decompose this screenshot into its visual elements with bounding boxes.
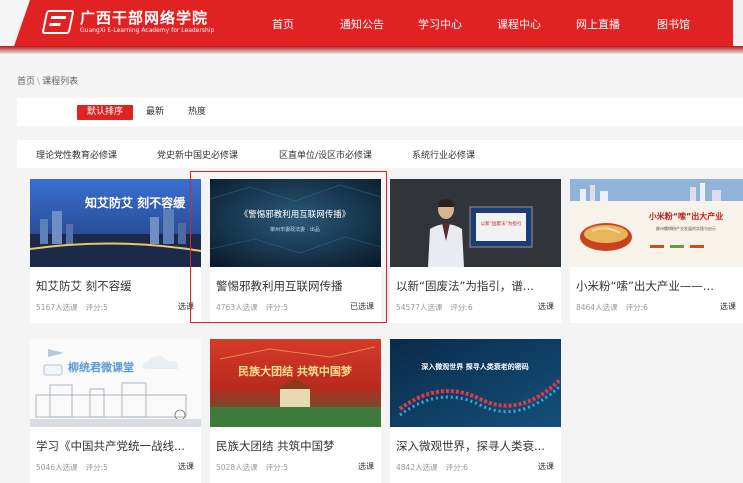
nav-item-live[interactable]: 网上直播 [576, 17, 620, 33]
course-score: 评分:5 [265, 463, 288, 472]
thumbnail-caption: 知艾防艾 刻不容缓 [84, 195, 186, 210]
course-meta: 4842人选课 评分:6 [396, 462, 468, 473]
tab-party-history-required[interactable]: 党史新中国史必修课 [157, 148, 238, 161]
enroll-button[interactable]: 选课 [178, 461, 194, 472]
nav-item-notices[interactable]: 通知公告 [340, 17, 384, 33]
sort-bar: 默认排序 最新 热度 [17, 98, 743, 126]
thumbnail-caption: 柳统君微课堂 [68, 360, 134, 374]
course-score: 评分:6 [450, 303, 473, 312]
sort-newest-button[interactable]: 最新 [146, 105, 164, 120]
course-card[interactable]: 柳统君微课堂 学习《中国共产党统一战线... 5046人选课 评分:5 选课 [30, 339, 201, 483]
nav-item-course-center[interactable]: 课程中心 [497, 17, 541, 33]
course-card[interactable]: 以新“固废法”为指引 以新“固废法”为指引，谱... 54577人选课 评分:6 … [390, 179, 561, 323]
course-title[interactable]: 小米粉“嗦”出大产业——... [576, 278, 736, 294]
course-card[interactable]: 《警惕邪教利用互联网传播》 柳州市委政法委 · 出品 警惕邪教利用互联网传播 4… [210, 179, 381, 323]
course-meta: 5046人选课 评分:5 [36, 462, 108, 473]
course-title[interactable]: 以新“固废法”为指引，谱... [396, 278, 556, 294]
course-score: 评分:6 [445, 463, 468, 472]
course-score: 评分:5 [85, 303, 108, 312]
breadcrumb-separator: \ [37, 77, 41, 87]
tab-theory-required[interactable]: 理论党性教育必修课 [36, 148, 117, 161]
course-title[interactable]: 知艾防艾 刻不容缓 [36, 278, 196, 294]
thumbnail-caption: 民族大团结 共筑中国梦 [238, 364, 353, 378]
enrolled-count: 8464人选课 [576, 303, 618, 312]
course-meta: 8464人选课 评分:6 [576, 302, 648, 313]
enrolled-count: 4763人选课 [216, 303, 258, 312]
course-thumbnail[interactable]: 小米粉“嗦”出大产业 柳州螺蛳粉产业发展的实践与启示 [570, 179, 743, 267]
nav-item-library[interactable]: 图书馆 [657, 17, 690, 33]
breadcrumb-home[interactable]: 首页 [17, 77, 35, 87]
course-card[interactable]: 民族大团结 共筑中国梦 民族大团结 共筑中国梦 5028人选课 评分:5 选课 [210, 339, 381, 483]
header-shadow [0, 46, 743, 54]
thumbnail-caption: 以新“固废法”为指引 [481, 220, 522, 227]
course-title[interactable]: 警惕邪教利用互联网传播 [216, 278, 376, 294]
enrolled-count: 4842人选课 [396, 463, 438, 472]
sort-default-button[interactable]: 默认排序 [77, 105, 134, 120]
course-meta: 5167人选课 评分:5 [36, 302, 108, 313]
course-card[interactable]: 知艾防艾 刻不容缓 知艾防艾 刻不容缓 5167人选课 评分:5 选课 [30, 179, 201, 323]
enrolled-status[interactable]: 已选课 [350, 301, 374, 312]
enroll-button[interactable]: 选课 [358, 461, 374, 472]
course-thumbnail[interactable]: 民族大团结 共筑中国梦 [210, 339, 381, 427]
course-title[interactable]: 学习《中国共产党统一战线... [36, 438, 196, 454]
tab-industry-required[interactable]: 系统行业必修课 [412, 148, 475, 161]
enroll-button[interactable]: 选课 [720, 301, 736, 312]
course-thumbnail[interactable]: 柳统君微课堂 [30, 339, 201, 427]
category-tabs: 理论党性教育必修课 党史新中国史必修课 区直单位/设区市必修课 系统行业必修课 [17, 140, 743, 168]
thumbnail-caption: 小米粉“嗦”出大产业 [648, 211, 724, 221]
thumbnail-subcaption: 柳州螺蛳粉产业发展的实践与启示 [656, 225, 716, 231]
main-nav: 首页 通知公告 学习中心 课程中心 网上直播 图书馆 [0, 17, 743, 33]
course-meta: 54577人选课 评分:6 [396, 302, 473, 313]
course-score: 评分:6 [625, 303, 648, 312]
course-meta: 4763人选课 评分:5 [216, 302, 288, 313]
course-score: 评分:5 [85, 463, 108, 472]
course-thumbnail[interactable]: 《警惕邪教利用互联网传播》 柳州市委政法委 · 出品 [210, 179, 381, 267]
breadcrumb-current: 课程列表 [42, 77, 79, 87]
thumbnail-caption: 《警惕邪教利用互联网传播》 [240, 209, 351, 220]
enrolled-count: 5028人选课 [216, 463, 258, 472]
course-title[interactable]: 深入微观世界，探寻人类衰... [396, 438, 556, 454]
thumbnail-subcaption: 柳州市委政法委 · 出品 [270, 226, 320, 233]
course-thumbnail[interactable]: 以新“固废法”为指引 [390, 179, 561, 267]
breadcrumb: 首页 \ 课程列表 [17, 74, 78, 87]
course-card[interactable]: 小米粉“嗦”出大产业 柳州螺蛳粉产业发展的实践与启示 小米粉“嗦”出大产业——.… [570, 179, 743, 323]
sort-popular-button[interactable]: 热度 [188, 105, 206, 120]
course-score: 评分:5 [265, 303, 288, 312]
enrolled-count: 5046人选课 [36, 463, 78, 472]
course-card[interactable]: 深入微观世界 探寻人类衰老的密码 深入微观世界，探寻人类衰... 4842人选课… [390, 339, 561, 483]
course-title[interactable]: 民族大团结 共筑中国梦 [216, 438, 376, 454]
course-thumbnail[interactable]: 深入微观世界 探寻人类衰老的密码 [390, 339, 561, 427]
enrolled-count: 5167人选课 [36, 303, 78, 312]
enroll-button[interactable]: 选课 [178, 301, 194, 312]
thumbnail-caption: 深入微观世界 探寻人类衰老的密码 [421, 362, 528, 371]
enrolled-count: 54577人选课 [396, 303, 443, 312]
course-thumbnail[interactable]: 知艾防艾 刻不容缓 [30, 179, 201, 267]
enroll-button[interactable]: 选课 [538, 461, 554, 472]
nav-item-home[interactable]: 首页 [272, 17, 294, 33]
tab-district-required[interactable]: 区直单位/设区市必修课 [279, 148, 372, 161]
nav-item-study-center[interactable]: 学习中心 [418, 17, 462, 33]
course-meta: 5028人选课 评分:5 [216, 462, 288, 473]
enroll-button[interactable]: 选课 [538, 301, 554, 312]
